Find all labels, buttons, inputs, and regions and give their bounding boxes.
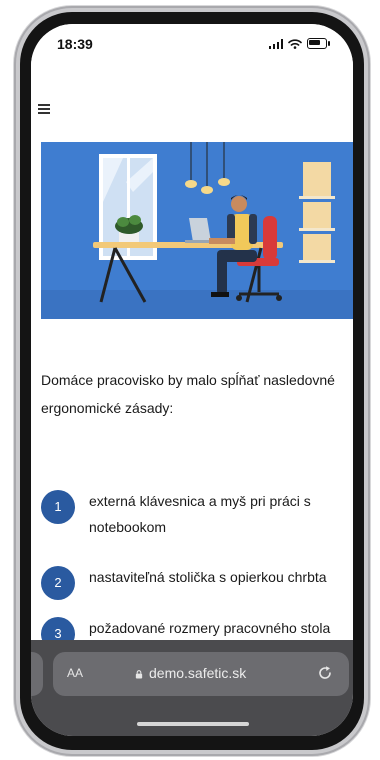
list-item-text-2: nastaviteľná stolička s opierkou chrbta bbox=[89, 569, 327, 585]
address-bar[interactable]: AA demo.safetic.sk bbox=[53, 652, 349, 696]
number-badge-1: 1 bbox=[41, 490, 75, 524]
battery-icon bbox=[307, 38, 330, 49]
status-icons bbox=[268, 38, 330, 49]
wifi-icon bbox=[288, 39, 302, 49]
home-office-illustration bbox=[41, 142, 353, 319]
reload-icon[interactable] bbox=[315, 663, 335, 683]
home-indicator[interactable] bbox=[137, 722, 249, 726]
web-page-content: Domáce pracovisko by malo spĺňať nasledo… bbox=[31, 66, 353, 662]
browser-bottom-bar: AA demo.safetic.sk bbox=[31, 640, 353, 736]
list-item-text-1: externá klávesnica a myš pri práci s not… bbox=[89, 493, 311, 535]
status-time: 18:39 bbox=[57, 36, 93, 52]
number-badge-2: 2 bbox=[41, 566, 75, 600]
intro-text: Domáce pracovisko by malo spĺňať nasledo… bbox=[41, 372, 335, 416]
lock-icon bbox=[135, 669, 143, 679]
phone-screen: 18:39 Domáce pracovisko by malo spĺňať n… bbox=[31, 24, 353, 736]
cellular-signal-icon bbox=[268, 39, 283, 49]
address-display[interactable]: demo.safetic.sk bbox=[135, 665, 246, 681]
text-size-button[interactable]: AA bbox=[67, 666, 83, 680]
hamburger-menu-icon[interactable] bbox=[38, 104, 50, 114]
url-text: demo.safetic.sk bbox=[149, 665, 247, 681]
status-bar: 18:39 bbox=[31, 24, 353, 66]
previous-tab-preview[interactable] bbox=[31, 652, 43, 696]
